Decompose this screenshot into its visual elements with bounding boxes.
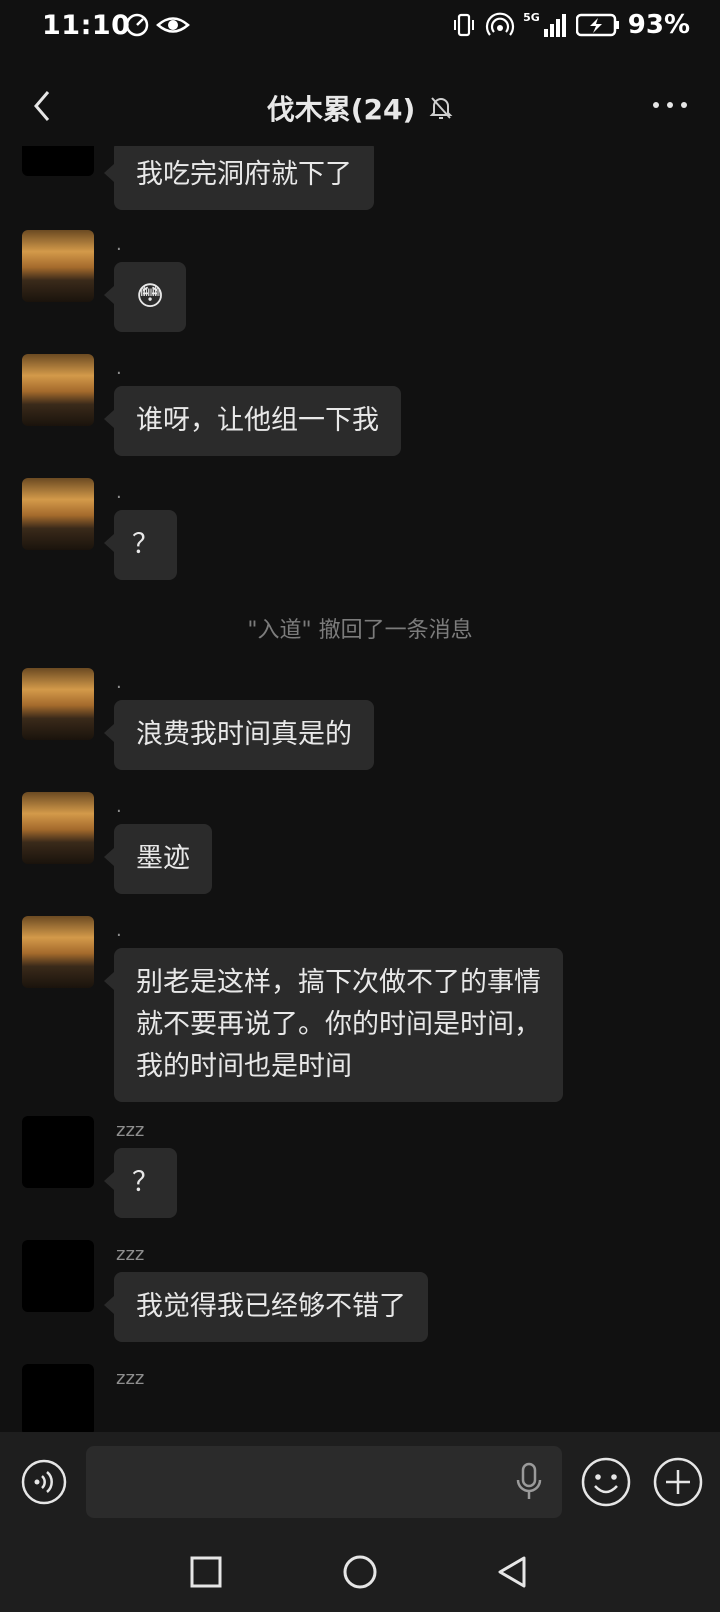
message-input[interactable] <box>86 1446 562 1518</box>
sender-name: . <box>116 920 122 941</box>
eye-icon <box>156 17 190 33</box>
sender-name: zzz <box>116 1368 145 1389</box>
status-time: 11:10 <box>42 10 131 41</box>
avatar[interactable] <box>22 230 94 302</box>
input-bar <box>0 1432 720 1536</box>
bell-off-icon <box>429 97 453 119</box>
emoji-icon[interactable] <box>580 1456 632 1508</box>
plus-circle-icon[interactable] <box>652 1456 704 1508</box>
sender-name: zzz <box>116 1244 145 1265</box>
avatar[interactable] <box>22 668 94 740</box>
message-bubble[interactable]: 浪费我时间真是的 <box>104 700 374 770</box>
avatar[interactable] <box>22 1116 94 1188</box>
chat-header: 伐木累(24) <box>0 74 720 140</box>
avatar[interactable] <box>22 354 94 426</box>
message-bubble[interactable]: 墨迹 <box>104 824 212 894</box>
message-list[interactable]: 我吃完洞府就下了 . 😳 . 谁呀，让他组一下我 . ？ "入道" 撤回了一条消… <box>0 146 720 1432</box>
sender-name: . <box>116 482 122 503</box>
voice-icon[interactable] <box>20 1458 68 1506</box>
speed-icon <box>125 13 149 37</box>
sender-name: . <box>116 358 122 379</box>
avatar[interactable] <box>22 146 94 176</box>
more-dots-icon[interactable] <box>650 90 690 120</box>
hotspot-icon <box>485 12 515 36</box>
avatar[interactable] <box>22 916 94 988</box>
message-bubble[interactable]: 我吃完洞府就下了 <box>104 146 374 210</box>
status-bar: 11:10 5G 93% <box>0 0 720 56</box>
message-line: 我的时间也是时间 <box>136 1051 352 1082</box>
triangle-back-icon[interactable] <box>492 1552 532 1592</box>
avatar[interactable] <box>22 478 94 550</box>
message-line: 就不要再说了。你的时间是时间， <box>136 1009 541 1040</box>
message-bubble[interactable]: 我觉得我已经够不错了 <box>104 1272 428 1342</box>
sender-name: . <box>116 672 122 693</box>
message-bubble[interactable]: ？ <box>104 510 177 580</box>
vibrate-icon <box>454 13 475 37</box>
battery-percent: 93% <box>627 10 690 40</box>
message-bubble[interactable]: ？ <box>104 1148 177 1218</box>
recall-notice: "入道" 撤回了一条消息 <box>247 618 473 643</box>
sender-name: . <box>116 796 122 817</box>
sender-name: . <box>116 234 122 255</box>
message-bubble[interactable]: 别老是这样，搞下次做不了的事情 就不要再说了。你的时间是时间， 我的时间也是时间 <box>104 948 563 1102</box>
avatar[interactable] <box>22 1364 94 1432</box>
message-bubble[interactable]: 谁呀，让他组一下我 <box>104 386 401 456</box>
square-icon[interactable] <box>186 1552 226 1592</box>
message-bubble[interactable]: 😳 <box>103 262 187 332</box>
chat-title: 伐木累(24) <box>266 93 416 126</box>
network-type: 5G <box>523 10 540 24</box>
system-nav-bar <box>0 1536 720 1612</box>
microphone-icon[interactable] <box>514 1462 544 1502</box>
signal-icon <box>543 14 566 37</box>
message-line: 别老是这样，搞下次做不了的事情 <box>136 967 541 998</box>
sender-name: zzz <box>116 1120 145 1141</box>
avatar[interactable] <box>22 792 94 864</box>
circle-icon[interactable] <box>340 1552 380 1592</box>
avatar[interactable] <box>22 1240 94 1312</box>
battery-icon <box>575 13 619 37</box>
